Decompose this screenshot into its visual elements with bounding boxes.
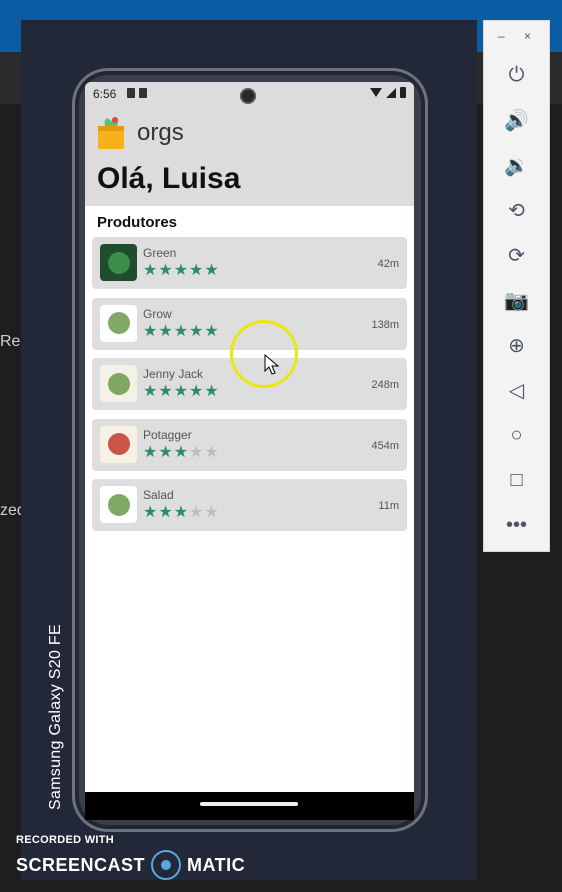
producer-distance: 248m <box>371 379 399 391</box>
star-icon: ★ <box>204 443 219 461</box>
producers-list: Green ★ ★ ★ ★ ★ 42m Grow ★ ★ ★ ★ ★ 138m Jenny Jack ★ ★ ★ ★… <box>92 237 407 540</box>
rotate-left-icon[interactable]: ⟲ <box>484 188 549 233</box>
star-icon: ★ <box>189 322 204 340</box>
producers-section-title: Produtores <box>97 214 178 231</box>
star-icon: ★ <box>204 504 219 521</box>
status-time: 6:56 <box>93 87 117 101</box>
star-icon: ★ <box>189 504 204 521</box>
app-header: orgs Olá, Luisa <box>85 106 414 206</box>
star-icon: ★ <box>189 443 204 461</box>
volume-up-icon[interactable]: 🔊 <box>484 98 549 143</box>
star-icon: ★ <box>173 504 189 521</box>
overview-icon[interactable]: □ <box>484 458 549 503</box>
producer-rating: ★ ★ ★ ★ ★ <box>143 505 219 521</box>
screencast-logo-icon <box>151 850 182 880</box>
close-button[interactable]: × <box>524 29 531 43</box>
rotate-right-icon[interactable]: ⟳ <box>484 233 549 278</box>
star-icon: ★ <box>173 322 189 340</box>
producer-distance: 138m <box>371 318 399 331</box>
producer-name: Grow <box>143 306 172 321</box>
app-brand: orgs <box>137 119 184 146</box>
watermark-line1: RECORDED WITH <box>16 834 115 846</box>
back-icon[interactable]: ◁ <box>484 368 549 413</box>
orgs-logo-icon <box>98 117 124 149</box>
star-icon: ★ <box>143 322 158 340</box>
zoom-icon[interactable]: ⊕ <box>484 323 549 368</box>
device-label: Samsung Galaxy S20 FE <box>47 624 64 810</box>
emulator-toolbar: – × ⏻ 🔊 🔉 ⟲ ⟳ 📷 ⊕ ◁ ○ □ ••• <box>483 20 550 552</box>
star-icon: ★ <box>189 383 204 400</box>
star-icon: ★ <box>173 383 189 400</box>
screencast-watermark: RECORDED WITH SCREENCAST MATIC <box>16 834 245 880</box>
home-gesture-pill[interactable] <box>200 802 298 806</box>
producer-card[interactable]: Salad ★ ★ ★ ★ ★ 11m <box>92 479 407 531</box>
producer-distance: 454m <box>371 439 399 452</box>
android-nav-bar <box>85 792 414 820</box>
star-icon: ★ <box>173 262 189 279</box>
star-icon: ★ <box>204 322 219 340</box>
watermark-line2a: SCREENCAST <box>16 854 146 875</box>
producer-card[interactable]: Potagger ★ ★ ★ ★ ★ 454m <box>92 418 407 471</box>
producer-thumbnail <box>100 244 137 281</box>
star-icon: ★ <box>158 443 173 461</box>
producer-rating: ★ ★ ★ ★ ★ <box>143 384 219 400</box>
producer-thumbnail <box>100 425 137 463</box>
star-icon: ★ <box>189 262 204 279</box>
greeting-title: Olá, Luisa <box>97 162 241 195</box>
watermark-line2b: MATIC <box>187 854 246 875</box>
status-bar: 6:56 <box>85 82 414 106</box>
more-icon[interactable]: ••• <box>484 503 549 548</box>
star-icon: ★ <box>143 504 158 521</box>
star-icon: ★ <box>204 383 219 400</box>
producer-name: Jenny Jack <box>143 367 204 381</box>
producer-name: Potagger <box>143 427 192 442</box>
star-icon: ★ <box>143 383 158 400</box>
volume-down-icon[interactable]: 🔉 <box>484 143 549 188</box>
producer-card[interactable]: Green ★ ★ ★ ★ ★ 42m <box>92 237 407 289</box>
star-icon: ★ <box>143 443 158 461</box>
minimize-button[interactable]: – <box>498 29 505 43</box>
star-icon: ★ <box>143 262 158 279</box>
producer-name: Salad <box>143 488 174 502</box>
producer-thumbnail <box>100 304 137 342</box>
star-icon: ★ <box>204 262 219 279</box>
wifi-icon <box>370 88 382 97</box>
star-icon: ★ <box>158 383 173 400</box>
star-icon: ★ <box>173 443 189 461</box>
producer-rating: ★ ★ ★ ★ ★ <box>143 322 219 340</box>
camera-icon[interactable]: 📷 <box>484 278 549 323</box>
front-camera-icon <box>242 90 254 102</box>
home-icon[interactable]: ○ <box>484 413 549 458</box>
producer-rating: ★ ★ ★ ★ ★ <box>143 263 219 279</box>
producer-distance: 11m <box>378 500 399 512</box>
producer-name: Green <box>143 246 177 260</box>
star-icon: ★ <box>158 322 173 340</box>
producer-thumbnail <box>100 365 137 402</box>
mouse-cursor-icon <box>264 354 280 375</box>
battery-icon <box>400 87 406 98</box>
sdcard-icon <box>139 88 147 98</box>
gear-icon <box>127 88 135 98</box>
power-icon[interactable]: ⏻ <box>484 53 549 98</box>
star-icon: ★ <box>158 504 173 521</box>
star-icon: ★ <box>158 262 173 279</box>
signal-icon <box>386 87 396 98</box>
producer-rating: ★ ★ ★ ★ ★ <box>143 443 219 461</box>
producer-thumbnail <box>100 486 137 523</box>
producer-distance: 42m <box>377 258 399 270</box>
